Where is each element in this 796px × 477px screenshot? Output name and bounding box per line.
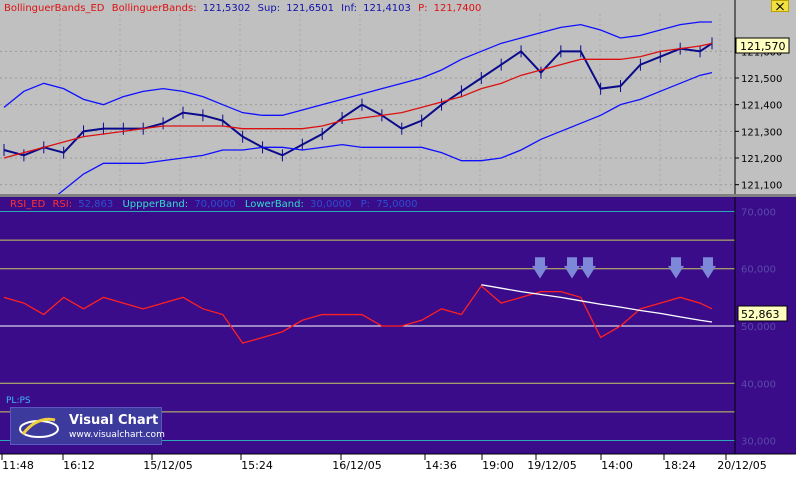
upper-panel-background: [0, 0, 735, 194]
upper-y-tick-label: 121,100: [741, 181, 782, 192]
logo-swoosh-icon: [19, 417, 59, 438]
x-tick-label: 14:00: [601, 459, 633, 472]
price-tag-text: 121,570: [740, 40, 786, 53]
upper-legend-p-label: P:: [418, 3, 427, 14]
x-tick-label: 15/12/05: [143, 459, 192, 472]
rsi-value-tag: 52,863: [737, 305, 788, 322]
lower-y-tick-label: 50,000: [741, 322, 776, 333]
logo-url: www.visualchart.com: [69, 430, 165, 440]
pl-label: PL:PS: [6, 396, 31, 406]
lower-legend-value: 52,863: [78, 199, 113, 210]
upper-y-tick-label: 121,300: [741, 127, 782, 138]
close-icon[interactable]: [771, 0, 789, 12]
lower-legend-lower-label: LowerBand:: [245, 199, 304, 210]
chart-stage: 121,600121,500121,400121,300121,200121,1…: [0, 0, 796, 473]
upper-legend-sup-value: 121,6501: [286, 3, 334, 14]
lower-legend-indicator: RSI_ED: [10, 199, 46, 210]
x-tick-label: 19:00: [482, 459, 514, 472]
upper-y-tick-label: 121,500: [741, 74, 782, 85]
rsi-value-tag-text: 52,863: [741, 308, 780, 321]
logo-title: Visual Chart: [69, 413, 159, 428]
price-tag: 121,570: [735, 37, 790, 54]
upper-y-tick-label: 121,400: [741, 101, 782, 112]
x-tick-label: 16/12/05: [332, 459, 381, 472]
x-tick-label: 18:24: [664, 459, 696, 472]
x-tick-label: 20/12/05: [717, 459, 766, 472]
lower-legend-name: RSI:: [52, 199, 72, 210]
panel-divider[interactable]: [0, 194, 796, 197]
lower-y-tick-label: 60,000: [741, 265, 776, 276]
lower-y-tick-label: 70,000: [741, 207, 776, 218]
x-tick-label: 15:24: [241, 459, 273, 472]
upper-legend-indicator: BollinguerBands_ED: [4, 3, 105, 14]
upper-legend-inf-label: Inf:: [341, 3, 357, 14]
chart-svg: 121,600121,500121,400121,300121,200121,1…: [0, 0, 796, 473]
upper-legend-name: BollinguerBands:: [112, 3, 197, 14]
upper-legend-sup-label: Sup:: [258, 3, 280, 14]
x-tick-label: 11:48: [2, 459, 34, 472]
upper-y-tick-label: 121,200: [741, 154, 782, 165]
lower-legend-upper-value: 70,0000: [194, 199, 235, 210]
lower-legend-upper-label: UppperBand:: [122, 199, 188, 210]
lower-legend-lower-value: 30,0000: [310, 199, 351, 210]
lower-y-tick-label: 40,000: [741, 379, 776, 390]
x-tick-label: 16:12: [63, 459, 95, 472]
upper-legend-value: 121,5302: [203, 3, 251, 14]
lower-y-tick-label: 30,000: [741, 437, 776, 448]
x-tick-label: 14:36: [425, 459, 457, 472]
upper-legend-inf-value: 121,4103: [363, 3, 411, 14]
x-tick-label: 19/12/05: [527, 459, 576, 472]
lower-legend-p-label: P:: [361, 199, 370, 210]
lower-legend-p-value: 75,0000: [376, 199, 417, 210]
upper-legend: BollinguerBands_ED BollinguerBands: 121,…: [4, 3, 481, 14]
upper-legend-p-value: 121,7400: [434, 3, 482, 14]
visual-chart-logo: Visual Chart www.visualchart.com: [10, 407, 165, 445]
